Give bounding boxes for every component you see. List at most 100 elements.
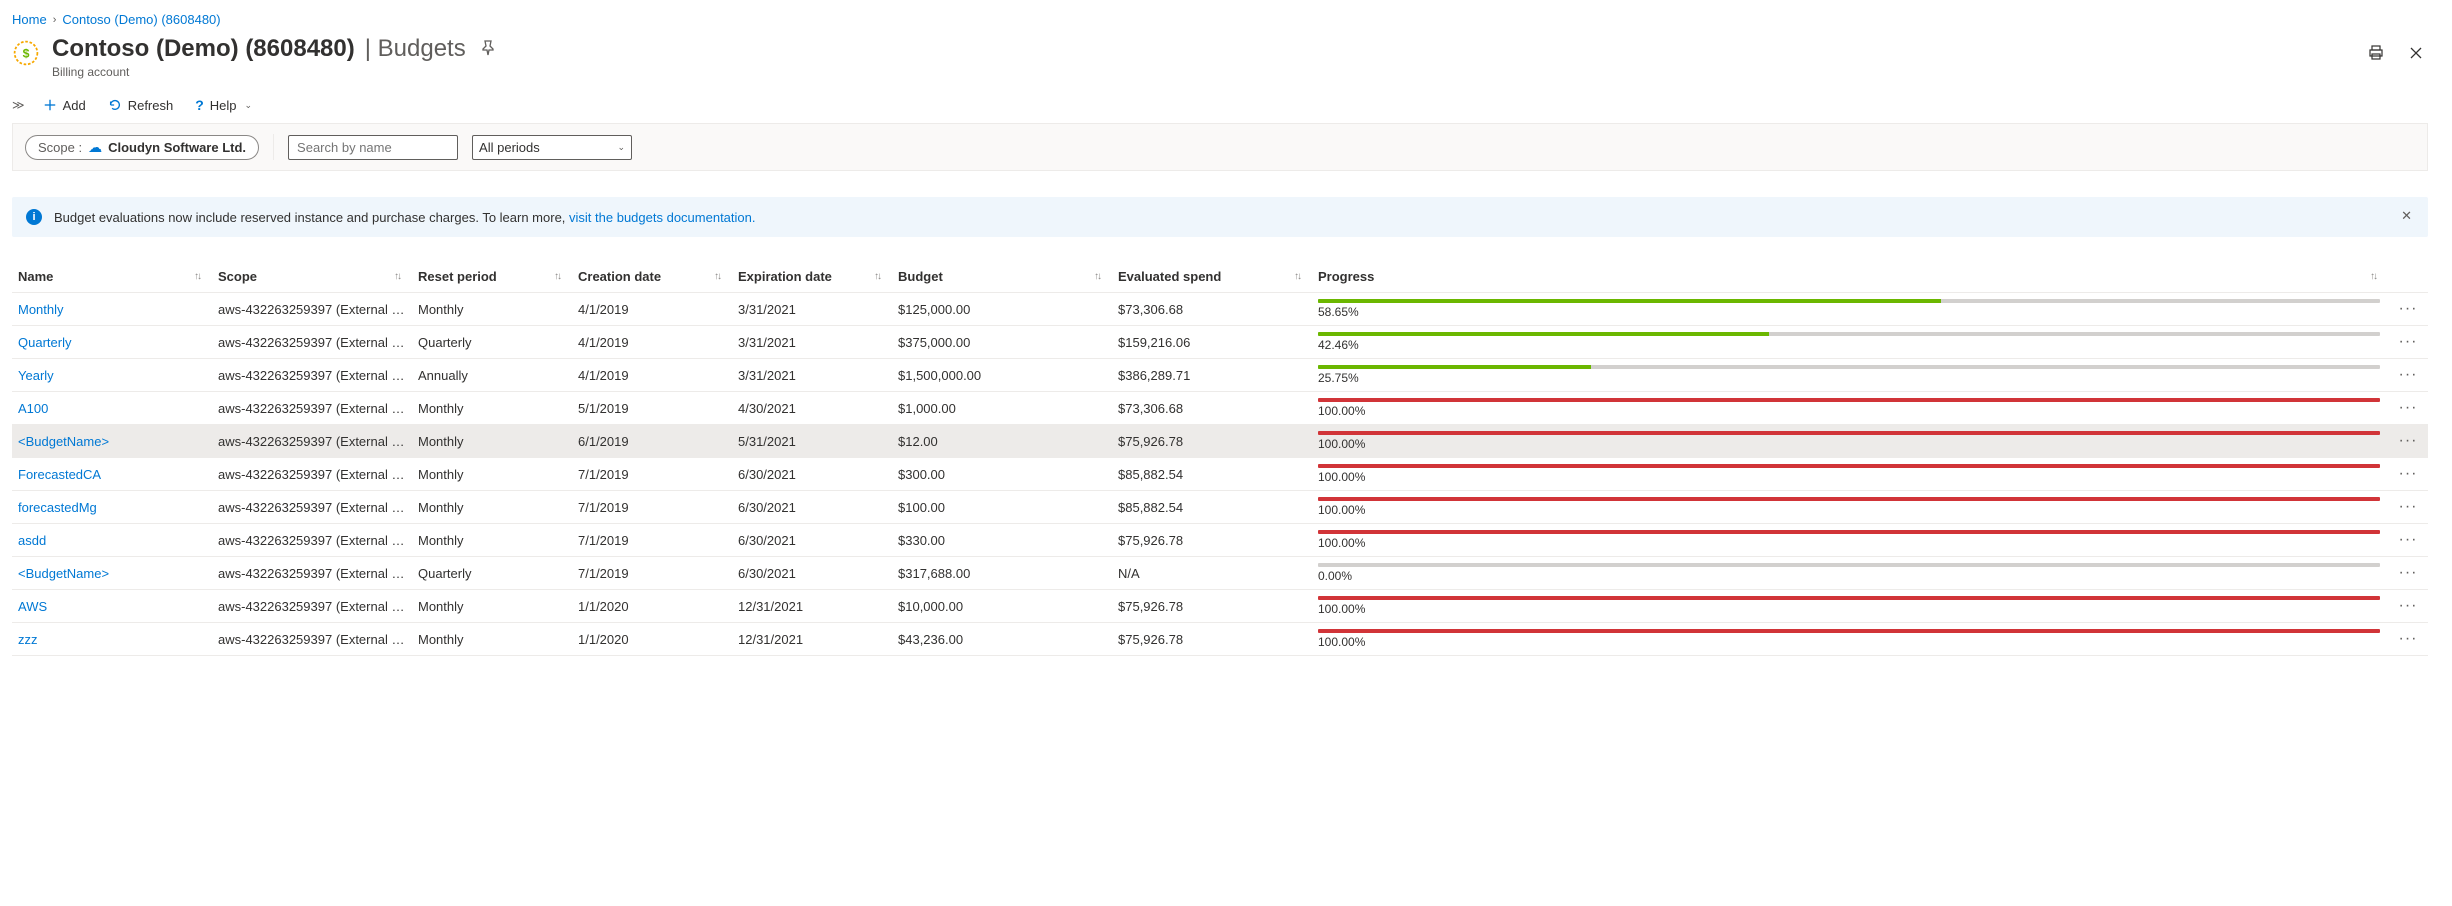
budget-amount: $12.00 (892, 432, 1112, 451)
table-row[interactable]: asddaws-432263259397 (External …Monthly7… (12, 524, 2428, 557)
budget-expiration: 12/31/2021 (732, 597, 892, 616)
budgets-table: Name↑↓ Scope↑↓ Reset period↑↓ Creation d… (12, 261, 2428, 656)
row-menu-button[interactable]: ··· (2388, 629, 2428, 649)
print-button[interactable] (2364, 41, 2388, 68)
row-menu-button[interactable]: ··· (2388, 365, 2428, 385)
budget-scope: aws-432263259397 (External … (212, 432, 412, 451)
budget-spend: $73,306.68 (1112, 300, 1312, 319)
budget-reset: Quarterly (412, 564, 572, 583)
row-menu-button[interactable]: ··· (2388, 497, 2428, 517)
budget-name-link[interactable]: forecastedMg (12, 498, 212, 517)
budget-progress: 25.75% (1312, 363, 2388, 387)
col-spend[interactable]: Evaluated spend↑↓ (1112, 269, 1312, 284)
budget-scope: aws-432263259397 (External … (212, 366, 412, 385)
budget-progress: 0.00% (1312, 561, 2388, 585)
budget-spend: $85,882.54 (1112, 498, 1312, 517)
col-name[interactable]: Name↑↓ (12, 269, 212, 284)
col-budget[interactable]: Budget↑↓ (892, 269, 1112, 284)
budget-amount: $317,688.00 (892, 564, 1112, 583)
expand-chevron-icon[interactable]: ≫ (12, 98, 27, 112)
budget-expiration: 6/30/2021 (732, 564, 892, 583)
budget-reset: Monthly (412, 498, 572, 517)
col-reset[interactable]: Reset period↑↓ (412, 269, 572, 284)
budget-name-link[interactable]: Quarterly (12, 333, 212, 352)
row-menu-button[interactable]: ··· (2388, 563, 2428, 583)
row-menu-button[interactable]: ··· (2388, 464, 2428, 484)
banner-close-button[interactable]: ✕ (2395, 207, 2418, 225)
table-row[interactable]: <BudgetName>aws-432263259397 (External …… (12, 557, 2428, 590)
budget-name-link[interactable]: <BudgetName> (12, 432, 212, 451)
table-row[interactable]: <BudgetName>aws-432263259397 (External …… (12, 425, 2428, 458)
budget-name-link[interactable]: A100 (12, 399, 212, 418)
budget-scope: aws-432263259397 (External … (212, 630, 412, 649)
info-banner: i Budget evaluations now include reserve… (12, 197, 2428, 237)
period-select[interactable]: All periods ⌄ (472, 135, 632, 160)
table-row[interactable]: AWSaws-432263259397 (External …Monthly1/… (12, 590, 2428, 623)
budget-reset: Monthly (412, 597, 572, 616)
table-row[interactable]: zzzaws-432263259397 (External …Monthly1/… (12, 623, 2428, 656)
budget-reset: Monthly (412, 630, 572, 649)
scope-selector[interactable]: Scope : ☁ Cloudyn Software Ltd. (25, 135, 259, 160)
budget-amount: $300.00 (892, 465, 1112, 484)
budget-expiration: 3/31/2021 (732, 300, 892, 319)
budget-expiration: 4/30/2021 (732, 399, 892, 418)
banner-link[interactable]: visit the budgets documentation. (569, 210, 755, 225)
filter-bar: Scope : ☁ Cloudyn Software Ltd. All peri… (12, 123, 2428, 171)
budget-name-link[interactable]: Monthly (12, 300, 212, 319)
budget-name-link[interactable]: ForecastedCA (12, 465, 212, 484)
row-menu-button[interactable]: ··· (2388, 398, 2428, 418)
budget-name-link[interactable]: Yearly (12, 366, 212, 385)
budget-expiration: 3/31/2021 (732, 333, 892, 352)
budget-expiration: 6/30/2021 (732, 498, 892, 517)
table-row[interactable]: Quarterlyaws-432263259397 (External …Qua… (12, 326, 2428, 359)
budget-amount: $100.00 (892, 498, 1112, 517)
col-creation[interactable]: Creation date↑↓ (572, 269, 732, 284)
budget-progress: 100.00% (1312, 462, 2388, 486)
close-button[interactable] (2404, 41, 2428, 68)
row-menu-button[interactable]: ··· (2388, 431, 2428, 451)
row-menu-button[interactable]: ··· (2388, 530, 2428, 550)
budget-reset: Monthly (412, 399, 572, 418)
page-section: | Budgets (365, 35, 466, 63)
search-input[interactable] (288, 135, 458, 160)
table-row[interactable]: Yearlyaws-432263259397 (External …Annual… (12, 359, 2428, 392)
row-menu-button[interactable]: ··· (2388, 596, 2428, 616)
table-row[interactable]: Monthlyaws-432263259397 (External …Month… (12, 293, 2428, 326)
breadcrumb-home[interactable]: Home (12, 12, 47, 27)
col-expiration[interactable]: Expiration date↑↓ (732, 269, 892, 284)
pin-button[interactable] (476, 36, 500, 63)
budget-name-link[interactable]: zzz (12, 630, 212, 649)
breadcrumb-sep: › (53, 14, 57, 26)
budget-creation: 1/1/2020 (572, 630, 732, 649)
table-row[interactable]: A100aws-432263259397 (External …Monthly5… (12, 392, 2428, 425)
row-menu-button[interactable]: ··· (2388, 299, 2428, 319)
col-scope[interactable]: Scope↑↓ (212, 269, 412, 284)
row-menu-button[interactable]: ··· (2388, 332, 2428, 352)
cloud-icon: ☁ (88, 139, 102, 156)
budget-amount: $125,000.00 (892, 300, 1112, 319)
billing-account-icon: $ (12, 39, 40, 67)
col-progress[interactable]: Progress↑↓ (1312, 269, 2388, 284)
refresh-button[interactable]: Refresh (102, 94, 180, 117)
table-row[interactable]: forecastedMgaws-432263259397 (External …… (12, 491, 2428, 524)
breadcrumb-current[interactable]: Contoso (Demo) (8608480) (62, 12, 220, 27)
budget-name-link[interactable]: <BudgetName> (12, 564, 212, 583)
budget-scope: aws-432263259397 (External … (212, 531, 412, 550)
add-button[interactable]: Add (37, 94, 92, 117)
budget-scope: aws-432263259397 (External … (212, 597, 412, 616)
help-button[interactable]: ? Help ⌄ (189, 93, 258, 117)
budget-spend: $75,926.78 (1112, 531, 1312, 550)
chevron-down-icon: ⌄ (245, 100, 253, 111)
budget-spend: $75,926.78 (1112, 597, 1312, 616)
budget-progress: 100.00% (1312, 396, 2388, 420)
divider (273, 134, 274, 160)
budget-expiration: 6/30/2021 (732, 465, 892, 484)
budget-name-link[interactable]: asdd (12, 531, 212, 550)
budget-name-link[interactable]: AWS (12, 597, 212, 616)
budget-reset: Monthly (412, 465, 572, 484)
budget-creation: 6/1/2019 (572, 432, 732, 451)
budget-amount: $375,000.00 (892, 333, 1112, 352)
budget-reset: Monthly (412, 531, 572, 550)
table-row[interactable]: ForecastedCAaws-432263259397 (External …… (12, 458, 2428, 491)
budget-reset: Monthly (412, 300, 572, 319)
